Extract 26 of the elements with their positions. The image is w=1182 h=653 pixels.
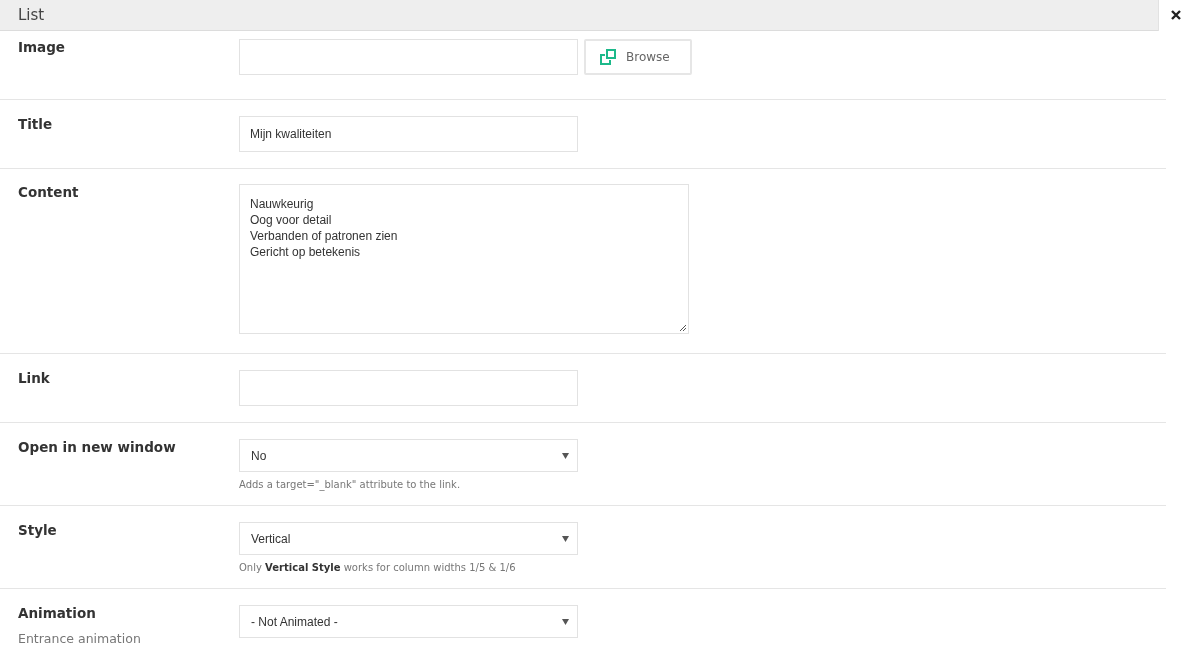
field-label: Link bbox=[18, 370, 51, 386]
close-icon bbox=[1171, 10, 1181, 20]
field-label: Animation bbox=[18, 605, 97, 621]
content-textarea[interactable]: Nauwkeurig Oog voor detail Verbanden of patronen zien Gericht op betekenis bbox=[239, 184, 689, 334]
text-field[interactable] bbox=[239, 370, 578, 406]
field-label: Content bbox=[18, 184, 80, 200]
help-text: Adds a target="_blank" attribute to the link. bbox=[239, 479, 462, 490]
field-label: Open in new window bbox=[18, 439, 177, 455]
field-label: Image bbox=[18, 39, 67, 55]
field-label: Title bbox=[18, 116, 54, 132]
select-dropdown[interactable]: Vertical bbox=[239, 522, 578, 555]
select-dropdown[interactable]: No bbox=[239, 439, 578, 472]
field-description: Entrance animation bbox=[18, 631, 142, 646]
copy-icon bbox=[600, 49, 616, 65]
resize-grip-icon[interactable] bbox=[679, 324, 687, 332]
close-button[interactable] bbox=[1158, 0, 1182, 31]
browse-button[interactable]: Browse bbox=[584, 39, 692, 75]
text-field[interactable]: Mijn kwaliteiten bbox=[239, 116, 578, 152]
field-label: Style bbox=[18, 522, 58, 538]
select-dropdown[interactable]: - Not Animated - bbox=[239, 605, 578, 638]
dropdown-arrow-icon bbox=[562, 452, 569, 459]
image-url-field[interactable] bbox=[239, 39, 578, 75]
dropdown-arrow-icon bbox=[562, 535, 569, 542]
help-text: Only Vertical Style works for column widths 1/5 & 1/6 bbox=[239, 562, 517, 573]
dialog-title: List bbox=[17, 6, 45, 24]
dropdown-arrow-icon bbox=[562, 618, 569, 625]
